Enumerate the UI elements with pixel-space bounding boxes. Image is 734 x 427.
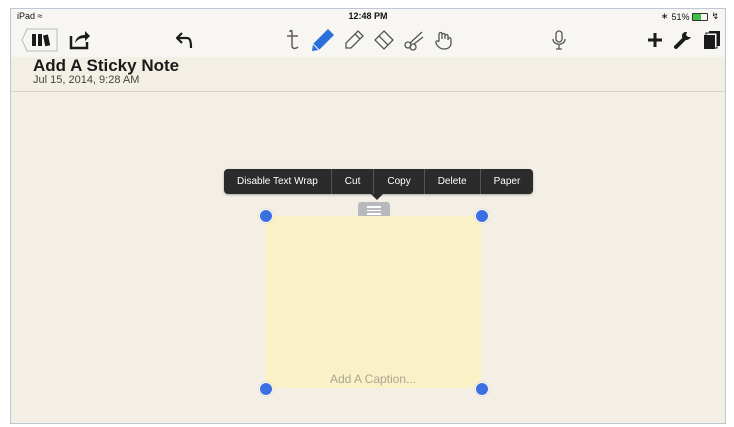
sticky-note[interactable] xyxy=(265,216,481,388)
eraser-tool-button[interactable] xyxy=(371,25,397,55)
share-icon xyxy=(69,31,90,50)
note-header: Add A Sticky Note Jul 15, 2014, 9:28 AM xyxy=(11,56,725,92)
menu-item-copy[interactable]: Copy xyxy=(374,169,425,194)
note-title[interactable]: Add A Sticky Note xyxy=(33,56,179,76)
undo-icon xyxy=(176,32,193,49)
menu-item-cut[interactable]: Cut xyxy=(332,169,375,194)
sticky-note-caption[interactable]: Add A Caption... xyxy=(265,369,481,389)
toolbar xyxy=(11,23,725,57)
resize-handle-top-left[interactable] xyxy=(259,209,273,223)
add-icon xyxy=(648,33,662,47)
scissors-tool-icon xyxy=(404,31,424,51)
context-menu-pointer xyxy=(371,194,383,200)
undo-button[interactable] xyxy=(173,25,197,55)
settings-button[interactable] xyxy=(672,25,694,55)
menu-item-disable-text-wrap[interactable]: Disable Text Wrap xyxy=(224,169,332,194)
resize-handle-bottom-left[interactable] xyxy=(259,382,273,396)
text-tool-button[interactable] xyxy=(281,25,305,55)
menu-item-delete[interactable]: Delete xyxy=(425,169,481,194)
microphone-icon xyxy=(552,30,566,50)
eraser-tool-icon xyxy=(374,30,394,50)
hand-tool-icon xyxy=(435,31,452,50)
pen-tool-icon xyxy=(312,29,334,51)
bluetooth-icon: ∗ xyxy=(660,11,669,21)
context-menu: Disable Text Wrap Cut Copy Delete Paper xyxy=(224,169,534,194)
resize-handle-top-right[interactable] xyxy=(475,209,489,223)
pages-icon xyxy=(704,31,720,49)
status-bar: iPad ≈ 12:48 PM ∗ 51% ↯ xyxy=(11,9,725,23)
menu-item-paper[interactable]: Paper xyxy=(481,169,534,194)
highlighter-tool-icon xyxy=(345,30,364,49)
battery-icon xyxy=(692,12,709,21)
ipad-screen: iPad ≈ 12:48 PM ∗ 51% ↯ Add A Sticky Not… xyxy=(10,8,726,424)
add-button[interactable] xyxy=(644,25,666,55)
hand-tool-button[interactable] xyxy=(431,25,457,55)
library-button[interactable] xyxy=(21,25,59,55)
battery-percent: 51% xyxy=(671,11,690,22)
highlighter-tool-button[interactable] xyxy=(341,25,367,55)
microphone-button[interactable] xyxy=(547,25,571,55)
scissors-tool-button[interactable] xyxy=(401,25,427,55)
settings-wrench-icon xyxy=(674,32,691,49)
charging-icon: ↯ xyxy=(711,11,719,21)
status-right: ∗ 51% ↯ xyxy=(661,11,719,22)
pages-button[interactable] xyxy=(701,25,723,55)
note-date: Jul 15, 2014, 9:28 AM xyxy=(33,74,140,86)
library-icon xyxy=(21,28,58,52)
share-button[interactable] xyxy=(67,25,93,55)
pen-tool-button[interactable] xyxy=(309,25,337,55)
text-tool-icon xyxy=(287,29,299,50)
resize-handle-bottom-right[interactable] xyxy=(475,382,489,396)
status-time: 12:48 PM xyxy=(348,11,388,21)
